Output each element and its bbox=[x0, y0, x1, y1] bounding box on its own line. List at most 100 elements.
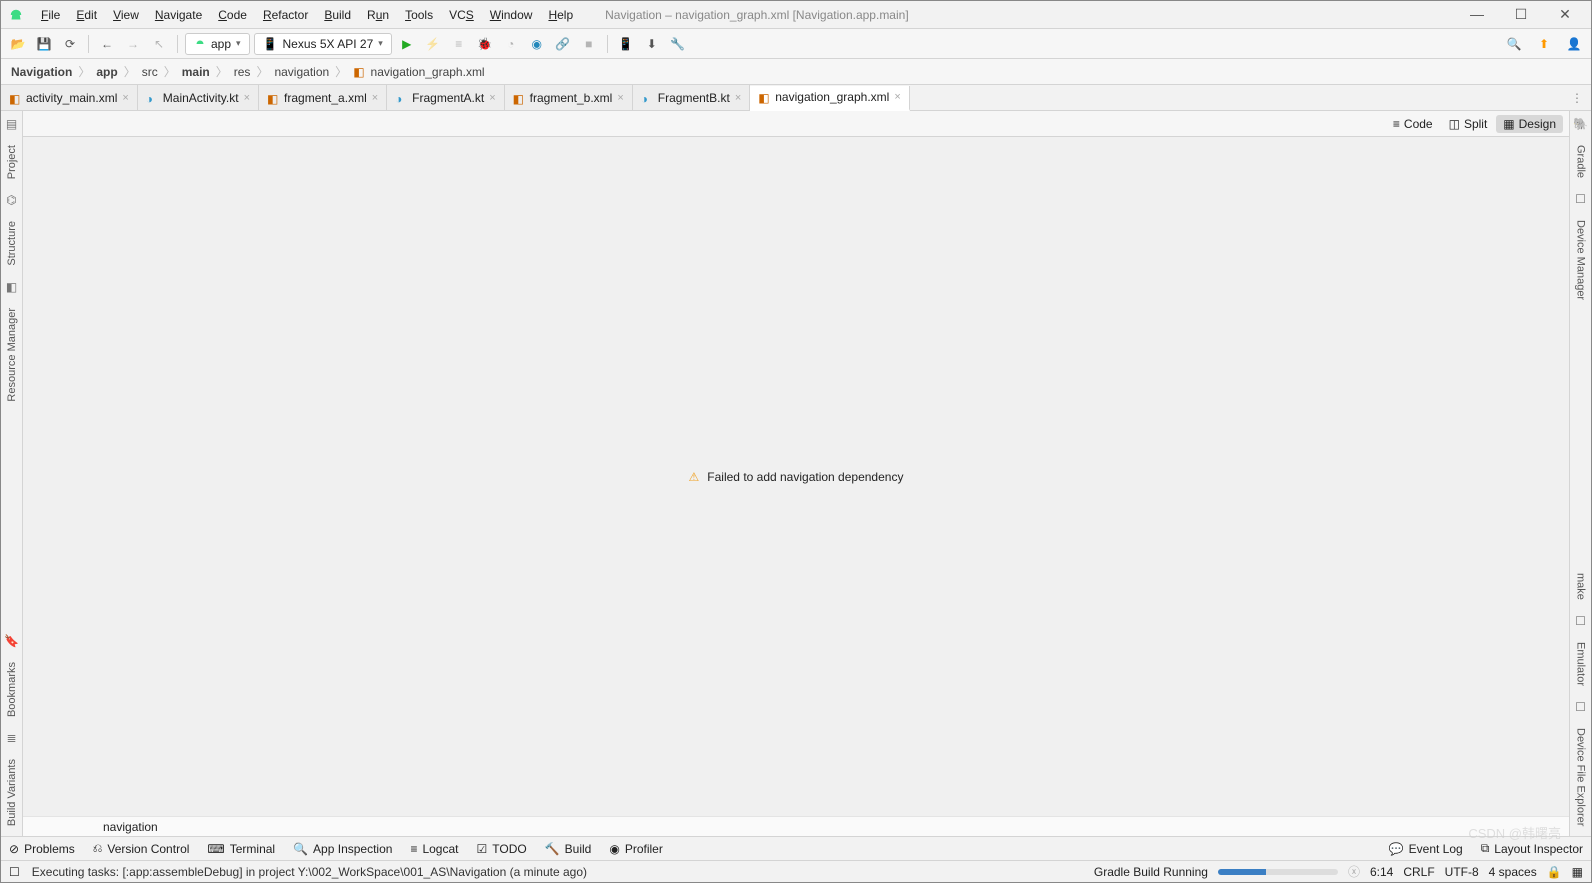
tab-navigation-graph[interactable]: ◧navigation_graph.xml× bbox=[750, 86, 910, 111]
close-icon[interactable]: × bbox=[122, 92, 128, 104]
tool-layout-inspector[interactable]: ⧉Layout Inspector bbox=[1481, 841, 1583, 856]
tool-device-manager[interactable]: Device Manager bbox=[1575, 216, 1587, 304]
design-surface[interactable]: ⚠ Failed to add navigation dependency bbox=[23, 137, 1569, 816]
search-icon[interactable]: 🔍 bbox=[1503, 33, 1525, 55]
breadcrumb-item[interactable]: navigation bbox=[274, 65, 329, 79]
tool-gradle[interactable]: Gradle bbox=[1575, 141, 1587, 182]
breadcrumb-item[interactable]: Navigation bbox=[11, 65, 72, 79]
tool-profiler[interactable]: ◉Profiler bbox=[609, 842, 663, 856]
view-design[interactable]: ▦Design bbox=[1496, 115, 1563, 133]
tool-structure[interactable]: Structure bbox=[6, 217, 18, 270]
menu-run[interactable]: Run bbox=[359, 6, 397, 24]
open-icon[interactable]: 📂 bbox=[7, 33, 29, 55]
minimize-button[interactable]: — bbox=[1463, 6, 1491, 23]
tabs-more-icon[interactable]: ⋮ bbox=[1563, 91, 1591, 105]
undo-nav-icon[interactable]: ↖ bbox=[148, 33, 170, 55]
device-icon: 📱 bbox=[263, 37, 278, 51]
profile-icon[interactable]: ◉ bbox=[526, 33, 548, 55]
debug-icon[interactable]: 🐞 bbox=[474, 33, 496, 55]
run-icon[interactable]: ▶ bbox=[396, 33, 418, 55]
view-split[interactable]: ◫Split bbox=[1442, 115, 1495, 133]
tool-make[interactable]: make bbox=[1575, 569, 1587, 604]
editor-breadcrumb-text[interactable]: navigation bbox=[103, 820, 158, 834]
module-selector[interactable]: app ▾ bbox=[185, 33, 250, 55]
menu-file[interactable]: FFileile bbox=[33, 6, 68, 24]
indent-setting[interactable]: 4 spaces bbox=[1489, 865, 1537, 879]
tab-fragment-b-kt[interactable]: ◑FragmentB.kt× bbox=[633, 85, 750, 110]
tool-bookmarks[interactable]: Bookmarks bbox=[6, 658, 18, 721]
menu-navigate[interactable]: Navigate bbox=[147, 6, 210, 24]
terminal-icon: ⌨ bbox=[207, 842, 224, 856]
save-icon[interactable]: 💾 bbox=[33, 33, 55, 55]
breadcrumb-item[interactable]: main bbox=[182, 65, 210, 79]
close-icon[interactable]: × bbox=[735, 92, 741, 104]
tab-fragment-a-xml[interactable]: ◧fragment_a.xml× bbox=[259, 85, 387, 110]
stop-icon[interactable]: ■ bbox=[578, 33, 600, 55]
tab-fragment-b-xml[interactable]: ◧fragment_b.xml× bbox=[505, 85, 633, 110]
step-icon[interactable]: ≡ bbox=[448, 33, 470, 55]
cursor-position[interactable]: 6:14 bbox=[1370, 865, 1393, 879]
tool-event-log[interactable]: 💬Event Log bbox=[1389, 841, 1463, 856]
tool-build-variants[interactable]: Build Variants bbox=[6, 755, 18, 830]
tab-fragment-a-kt[interactable]: ◑FragmentA.kt× bbox=[387, 85, 504, 110]
coverage-icon[interactable]: ◔ bbox=[500, 33, 522, 55]
forward-icon[interactable]: → bbox=[122, 33, 144, 55]
vcs-icon: ⎌ bbox=[93, 841, 103, 856]
close-icon[interactable]: × bbox=[244, 92, 250, 104]
separator bbox=[607, 35, 608, 53]
memory-icon[interactable]: ▦ bbox=[1572, 865, 1583, 879]
layout-inspector-icon: ⧉ bbox=[1481, 841, 1490, 856]
close-icon[interactable]: × bbox=[617, 92, 623, 104]
sync-icon[interactable]: ⟳ bbox=[59, 33, 81, 55]
cancel-icon[interactable]: ⓧ bbox=[1348, 863, 1360, 880]
menu-refactor[interactable]: Refactor bbox=[255, 6, 316, 24]
menu-view[interactable]: View bbox=[105, 6, 147, 24]
breadcrumb-item[interactable]: res bbox=[234, 65, 251, 79]
tool-logcat[interactable]: ≡Logcat bbox=[410, 842, 458, 856]
tool-todo[interactable]: ☑TODO bbox=[476, 842, 526, 856]
tool-resource-manager[interactable]: Resource Manager bbox=[6, 304, 18, 406]
tool-problems[interactable]: ⊘Problems bbox=[9, 842, 75, 856]
close-icon[interactable]: × bbox=[894, 91, 900, 103]
apply-changes-icon[interactable]: ⚡ bbox=[422, 33, 444, 55]
maximize-button[interactable]: ☐ bbox=[1507, 6, 1535, 23]
breadcrumb-item[interactable]: navigation_graph.xml bbox=[371, 65, 485, 79]
file-encoding[interactable]: UTF-8 bbox=[1445, 865, 1479, 879]
device-label: Nexus 5X API 27 bbox=[283, 37, 374, 51]
line-separator[interactable]: CRLF bbox=[1403, 865, 1434, 879]
tool-emulator[interactable]: Emulator bbox=[1575, 638, 1587, 690]
tool-terminal[interactable]: ⌨Terminal bbox=[207, 842, 275, 856]
tool-device-file-explorer[interactable]: Device File Explorer bbox=[1575, 724, 1587, 830]
menu-help[interactable]: Help bbox=[540, 6, 581, 24]
device-selector[interactable]: 📱 Nexus 5X API 27 ▾ bbox=[254, 33, 392, 55]
tab-activity-main[interactable]: ◧activity_main.xml× bbox=[1, 85, 138, 110]
status-icon[interactable]: ☐ bbox=[9, 865, 20, 879]
menu-vcs[interactable]: VCS bbox=[441, 6, 482, 24]
view-code[interactable]: ≡Code bbox=[1386, 115, 1440, 133]
tool-app-inspection[interactable]: 🔍App Inspection bbox=[293, 842, 392, 856]
close-button[interactable]: ✕ bbox=[1551, 6, 1579, 23]
resource-manager-icon[interactable]: 🔧 bbox=[667, 33, 689, 55]
tool-project[interactable]: Project bbox=[6, 141, 18, 183]
account-icon[interactable]: 👤 bbox=[1563, 33, 1585, 55]
back-icon[interactable]: ← bbox=[96, 33, 118, 55]
close-icon[interactable]: × bbox=[372, 92, 378, 104]
menu-build[interactable]: Build bbox=[316, 6, 359, 24]
menu-edit[interactable]: Edit bbox=[68, 6, 105, 24]
menu-code[interactable]: Code bbox=[210, 6, 255, 24]
menu-window[interactable]: Window bbox=[482, 6, 541, 24]
tab-main-activity[interactable]: ◑MainActivity.kt× bbox=[138, 85, 259, 110]
breadcrumb-item[interactable]: app bbox=[96, 65, 117, 79]
lock-icon[interactable]: 🔒 bbox=[1547, 865, 1562, 879]
avd-manager-icon[interactable]: 📱 bbox=[615, 33, 637, 55]
close-icon[interactable]: × bbox=[489, 92, 495, 104]
gradle-status: Gradle Build Running bbox=[1094, 865, 1208, 879]
attach-debugger-icon[interactable]: 🔗 bbox=[552, 33, 574, 55]
ide-update-icon[interactable]: ⬆ bbox=[1533, 33, 1555, 55]
sdk-manager-icon[interactable]: ⬇ bbox=[641, 33, 663, 55]
editor-area: ≡Code ◫Split ▦Design ⚠ Failed to add nav… bbox=[23, 111, 1569, 836]
breadcrumb-item[interactable]: src bbox=[142, 65, 158, 79]
menu-tools[interactable]: Tools bbox=[397, 6, 441, 24]
tool-build[interactable]: 🔨Build bbox=[545, 842, 592, 856]
tool-version-control[interactable]: ⎌Version Control bbox=[93, 841, 190, 856]
